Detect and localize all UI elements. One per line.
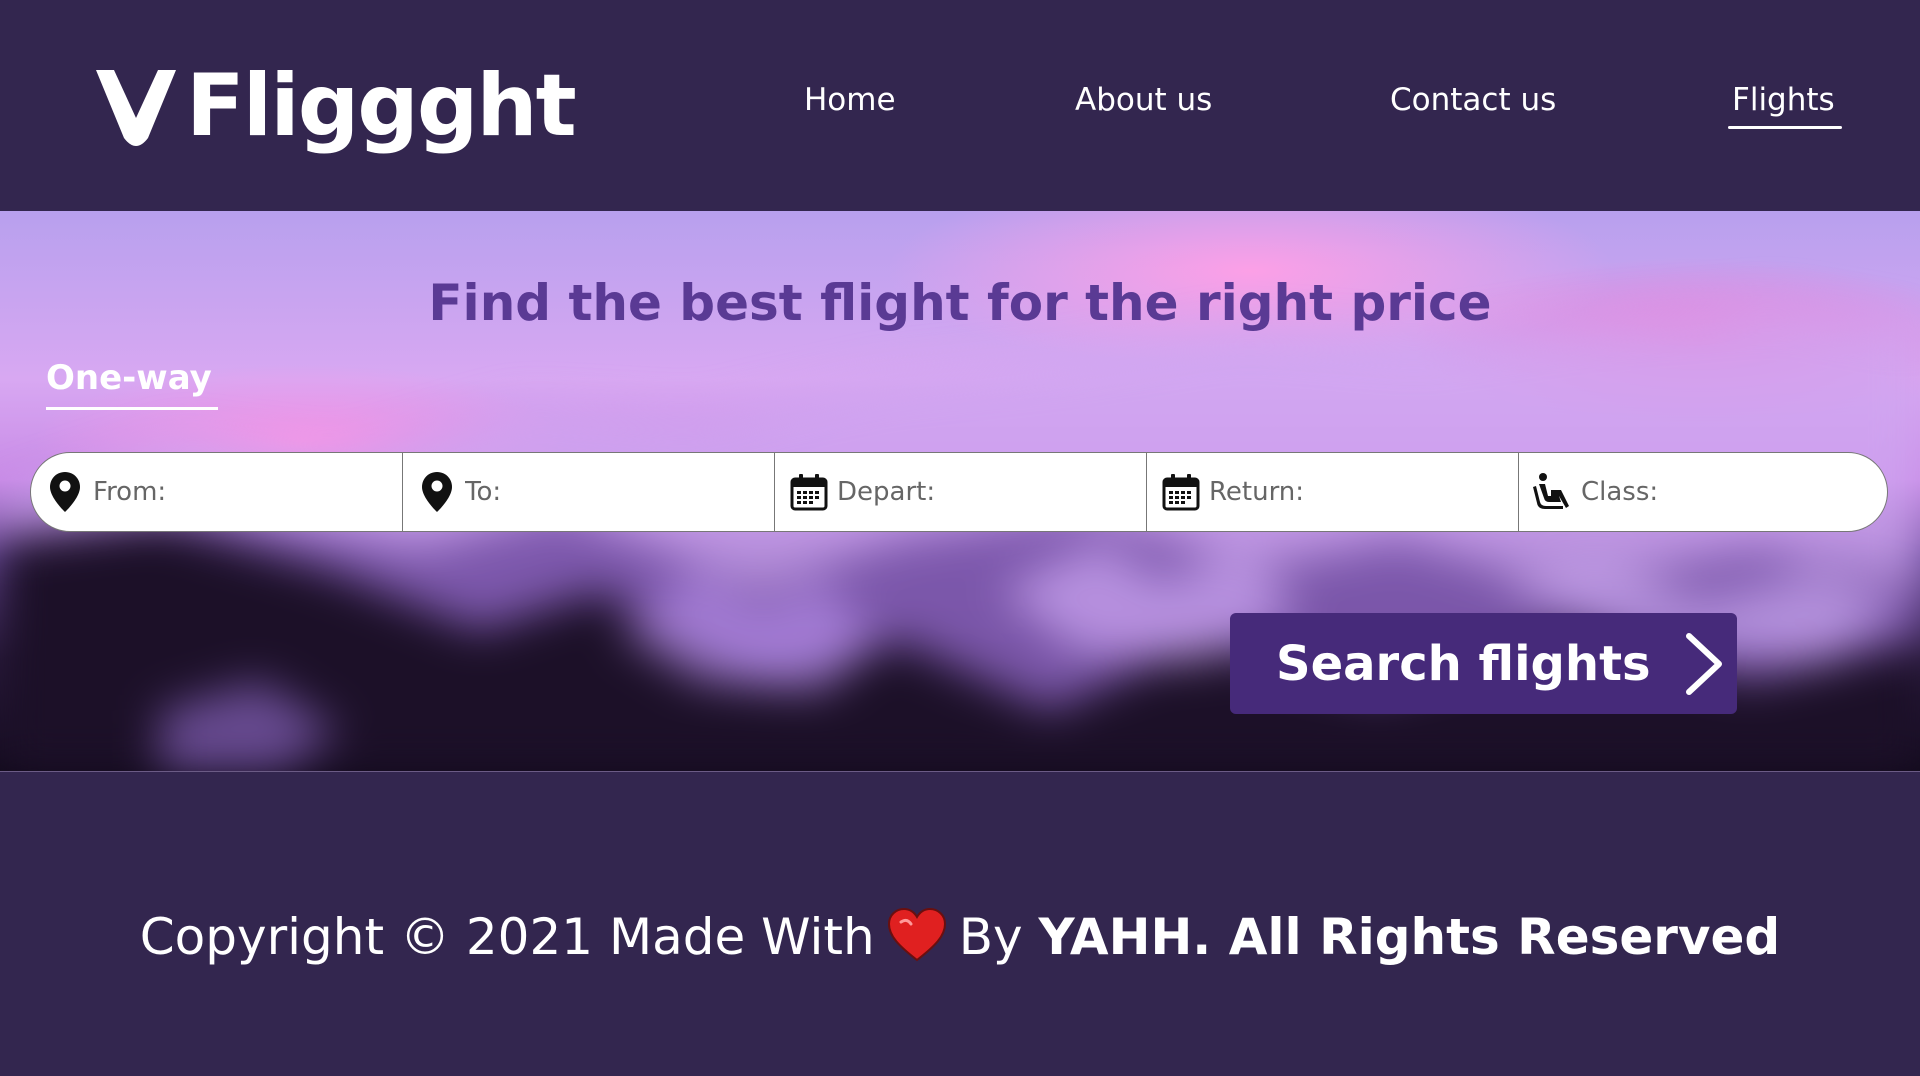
logo-v-icon: [96, 70, 176, 146]
copyright-owner: YAHH. All Rights Reserved: [1038, 908, 1781, 966]
return-field[interactable]: [1147, 453, 1519, 531]
tab-one-way-underline: [46, 407, 218, 410]
calendar-icon: [1161, 470, 1201, 514]
heart-icon: [887, 908, 946, 962]
nav-contact-us[interactable]: Contact us: [1390, 80, 1556, 120]
copyright-by: By: [958, 908, 1023, 966]
brand-name: Fliggght: [186, 56, 577, 156]
to-field[interactable]: [403, 453, 775, 531]
chevron-right-icon: [1685, 632, 1722, 695]
class-input[interactable]: [1581, 472, 1841, 512]
seat-icon: [1533, 470, 1573, 514]
site-header: Fliggght Home About us Contact us Flight…: [0, 0, 1920, 211]
copyright-text: Copyright © 2021 Made With By YAHH. All …: [0, 902, 1920, 972]
location-pin-icon: [417, 470, 457, 514]
class-field[interactable]: [1519, 453, 1887, 531]
search-flights-label: Search flights: [1276, 635, 1651, 692]
nav-home[interactable]: Home: [804, 80, 896, 120]
nav-about-us[interactable]: About us: [1075, 80, 1212, 120]
flight-search-bar: [30, 452, 1888, 532]
tab-one-way[interactable]: One-way: [46, 356, 214, 406]
nav-active-underline: [1728, 126, 1842, 129]
depart-input[interactable]: [837, 472, 1097, 512]
hero-title: Find the best flight for the right price: [428, 274, 1492, 332]
nav-flights[interactable]: Flights: [1732, 80, 1835, 120]
depart-field[interactable]: [775, 453, 1147, 531]
search-flights-button[interactable]: Search flights: [1230, 613, 1737, 714]
to-input[interactable]: [465, 472, 725, 512]
from-field[interactable]: [31, 453, 403, 531]
copyright-prefix: Copyright © 2021 Made With: [139, 908, 875, 966]
site-footer: Copyright © 2021 Made With By YAHH. All …: [0, 771, 1920, 1076]
return-input[interactable]: [1209, 472, 1469, 512]
from-input[interactable]: [93, 472, 353, 512]
hero-section: Find the best flight for the right price…: [0, 211, 1920, 771]
calendar-icon: [789, 470, 829, 514]
brand-logo[interactable]: Fliggght: [92, 56, 577, 156]
location-pin-icon: [45, 470, 85, 514]
